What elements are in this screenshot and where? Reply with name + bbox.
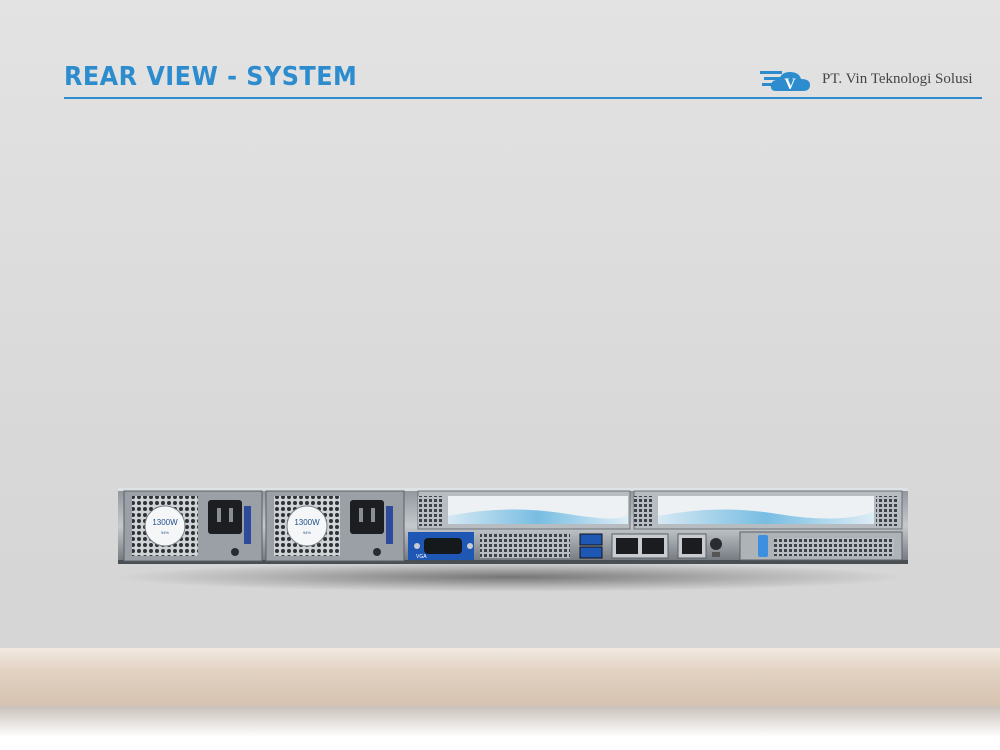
power-socket-icon: [350, 500, 384, 534]
pcie-riser-right: [633, 490, 903, 530]
background: [0, 0, 1000, 750]
cloud-v-logo-icon: V: [760, 71, 810, 93]
server-rear-panel: 1300W 94% 1300W 94% VGA: [118, 488, 908, 564]
power-socket-icon: [208, 500, 242, 534]
power-supply-1: 1300W 94%: [123, 490, 263, 562]
page-title: REAR VIEW - SYSTEM: [64, 62, 358, 92]
brand-name: PT. Vin Teknologi Solusi: [822, 71, 973, 87]
psu-2-wattage: 1300W: [294, 518, 320, 527]
id-button-icon: [710, 538, 722, 550]
lan-ports: [611, 533, 707, 559]
psu-led-icon: [373, 548, 381, 556]
floor-edge: [0, 706, 1000, 750]
vga-port: VGA: [408, 532, 474, 560]
management-lan-port: [682, 538, 702, 554]
psu-led-icon: [231, 548, 239, 556]
ocp-slot: [739, 531, 903, 561]
server-shadow: [110, 562, 910, 592]
psu-1-efficiency: 94%: [161, 530, 169, 535]
power-supply-2: 1300W 94%: [265, 490, 405, 562]
vga-label: VGA: [416, 554, 427, 560]
psu-release-lever: [244, 506, 251, 544]
psu-2-efficiency: 94%: [303, 530, 311, 535]
title-underline: [64, 97, 982, 99]
vent-grille: [480, 534, 570, 558]
logo-letter: V: [784, 76, 796, 93]
floor-surface: [0, 648, 1000, 706]
psu-1-wattage: 1300W: [152, 518, 178, 527]
psu-release-lever: [386, 506, 393, 544]
pcie-riser-left: [417, 490, 631, 530]
ocp-release-tab: [758, 535, 768, 557]
brand-logo: V PT. Vin Teknologi Solusi: [760, 64, 990, 94]
